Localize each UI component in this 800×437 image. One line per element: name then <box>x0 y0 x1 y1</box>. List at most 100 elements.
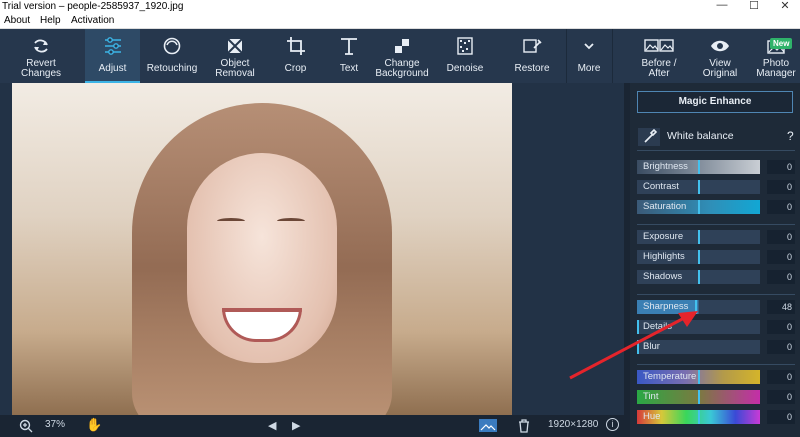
blur-value[interactable]: 0 <box>767 340 795 354</box>
denoise-button[interactable]: Denoise <box>437 29 493 83</box>
tool-label: Adjust <box>98 63 127 74</box>
highlights-value[interactable]: 0 <box>767 250 795 264</box>
fit-to-screen-icon[interactable] <box>478 418 498 433</box>
saturation-slider-handle[interactable] <box>698 200 700 214</box>
photo-preview[interactable] <box>12 83 512 415</box>
sharpness-value[interactable]: 48 <box>767 300 795 314</box>
info-icon[interactable]: i <box>606 418 619 431</box>
divider <box>637 294 795 295</box>
revert-changes-button[interactable]: Revert Changes <box>0 29 82 83</box>
retouching-button[interactable]: Retouching <box>143 29 201 83</box>
toolbar: Revert Changes Adjust Retouching Object … <box>0 29 800 83</box>
object-removal-button[interactable]: Object Removal <box>205 29 265 83</box>
next-image-button[interactable]: ▶ <box>292 419 300 432</box>
zoom-level[interactable]: 37% <box>45 419 65 430</box>
restore-button[interactable]: Restore <box>503 29 561 83</box>
exposure-label: Exposure <box>643 231 684 242</box>
exposure-value[interactable]: 0 <box>767 230 795 244</box>
text-icon <box>341 38 357 55</box>
brightness-slider-handle[interactable] <box>698 160 700 174</box>
new-badge: New <box>770 38 793 49</box>
brightness-slider[interactable]: Brightness <box>637 160 760 174</box>
brightness-label: Brightness <box>643 161 688 172</box>
denoise-icon <box>457 37 473 55</box>
tool-label: Changes <box>20 68 62 79</box>
tool-label: Original <box>702 68 738 79</box>
previous-image-button[interactable]: ◀ <box>268 419 276 432</box>
tint-slider-handle[interactable] <box>698 390 700 404</box>
change-background-button[interactable]: Change Background <box>373 29 431 83</box>
highlights-label: Highlights <box>643 251 685 262</box>
hue-label: Hue <box>643 411 661 422</box>
magic-enhance-button[interactable]: Magic Enhance <box>637 91 793 113</box>
image-canvas[interactable] <box>0 83 630 415</box>
title-bar: Trial version – people-2585937_1920.jpg … <box>0 0 800 14</box>
details-value[interactable]: 0 <box>767 320 795 334</box>
menu-activation[interactable]: Activation <box>71 15 114 26</box>
hue-slider-handle[interactable] <box>698 410 700 424</box>
tool-label: Removal <box>215 68 255 79</box>
hue-value[interactable]: 0 <box>767 410 795 424</box>
contrast-slider-handle[interactable] <box>698 180 700 194</box>
close-button[interactable]: ✕ <box>770 0 800 13</box>
tool-label: Background <box>375 68 429 79</box>
crop-button[interactable]: Crop <box>268 29 323 83</box>
eraser-icon <box>227 38 243 54</box>
contrast-value[interactable]: 0 <box>767 180 795 194</box>
saturation-slider[interactable]: Saturation <box>637 200 760 214</box>
saturation-value[interactable]: 0 <box>767 200 795 214</box>
highlights-slider-handle[interactable] <box>698 250 700 264</box>
shadows-slider-handle[interactable] <box>698 270 700 284</box>
crop-icon <box>286 37 305 55</box>
tint-value[interactable]: 0 <box>767 390 795 404</box>
menu-help[interactable]: Help <box>40 15 61 26</box>
help-icon[interactable]: ? <box>787 129 794 143</box>
white-balance-picker[interactable] <box>638 128 660 146</box>
shadows-slider[interactable]: Shadows <box>637 270 760 284</box>
restore-icon <box>523 39 542 53</box>
text-button[interactable]: Text <box>323 29 375 83</box>
window-title: Trial version – people-2585937_1920.jpg <box>2 1 184 12</box>
exposure-slider-handle[interactable] <box>698 230 700 244</box>
chevron-down-icon <box>584 43 594 50</box>
shadows-value[interactable]: 0 <box>767 270 795 284</box>
brightness-value[interactable]: 0 <box>767 160 795 174</box>
maximize-button[interactable]: ☐ <box>739 0 769 13</box>
tool-label: Denoise <box>446 63 484 74</box>
eye-icon <box>711 40 729 52</box>
menu-about[interactable]: About <box>4 15 30 26</box>
background-icon <box>395 39 409 53</box>
eyedropper-icon <box>644 128 658 143</box>
sliders-icon <box>104 37 121 55</box>
white-balance-label: White balance <box>667 130 734 142</box>
tool-label: Text <box>339 63 359 74</box>
before-after-icon <box>644 39 674 52</box>
exposure-slider[interactable]: Exposure <box>637 230 760 244</box>
temperature-value[interactable]: 0 <box>767 370 795 384</box>
status-bar: 37% ✋ ◀ ▶ 1920×1280 i <box>0 415 630 437</box>
view-original-button[interactable]: View Original <box>692 29 748 83</box>
saturation-label: Saturation <box>643 201 687 212</box>
trash-icon[interactable] <box>518 419 530 433</box>
shadows-label: Shadows <box>643 271 683 282</box>
annotation-arrow <box>569 311 698 380</box>
zoom-icon[interactable] <box>19 419 33 433</box>
face-icon <box>163 37 181 55</box>
contrast-label: Contrast <box>643 181 679 192</box>
adjust-button[interactable]: Adjust <box>85 29 140 83</box>
tool-label: Manager <box>756 68 796 79</box>
tool-label: Retouching <box>146 63 198 74</box>
tool-label: More <box>577 63 601 74</box>
hue-slider[interactable]: Hue <box>637 410 760 424</box>
divider <box>637 224 795 225</box>
tint-slider[interactable]: Tint <box>637 390 760 404</box>
image-dimensions: 1920×1280 <box>548 419 599 430</box>
highlights-slider[interactable]: Highlights <box>637 250 760 264</box>
before-after-button[interactable]: Before / After <box>630 29 688 83</box>
tool-label: Restore <box>514 63 550 74</box>
minimize-button[interactable]: — <box>707 0 737 13</box>
hand-tool-icon[interactable]: ✋ <box>86 417 102 433</box>
tool-label: Crop <box>284 63 307 74</box>
contrast-slider[interactable]: Contrast <box>637 180 760 194</box>
more-button[interactable]: More <box>567 29 611 83</box>
